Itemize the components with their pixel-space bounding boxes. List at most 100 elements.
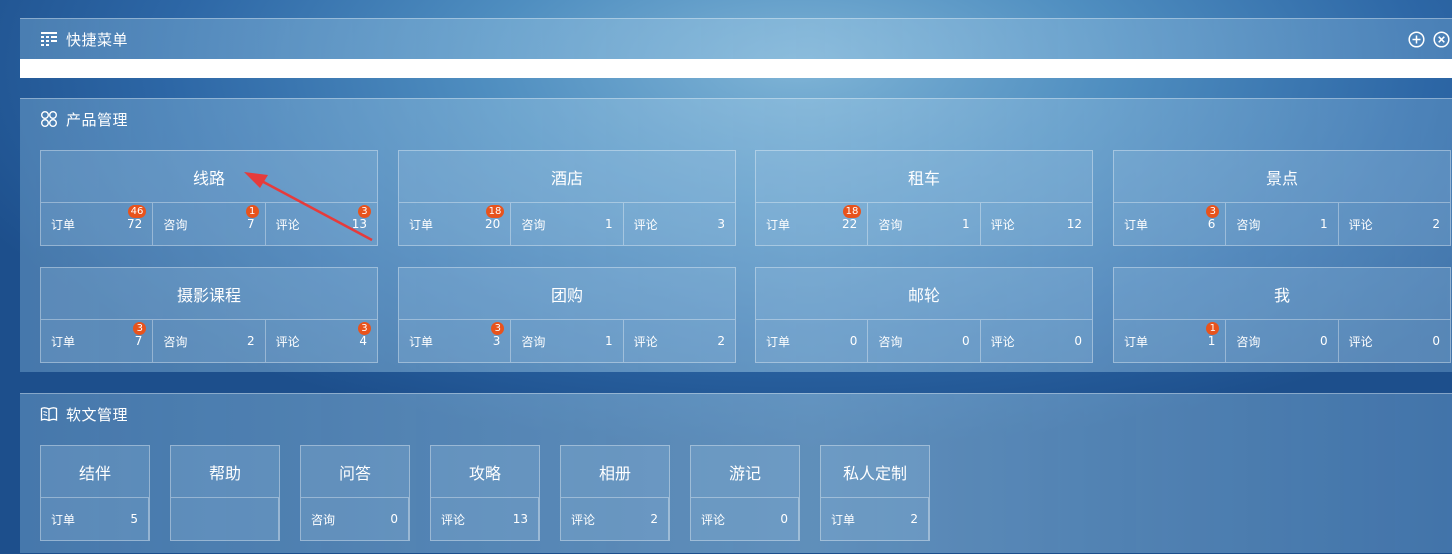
stat-cell[interactable]: 评论 2 (561, 498, 669, 540)
stat-label: 订单 (409, 217, 434, 232)
stat-label: 评论 (701, 512, 726, 527)
stat-cell[interactable]: 咨询 1 (511, 203, 624, 245)
stat-cell[interactable]: 订单 5 (41, 498, 149, 540)
product-card-title[interactable]: 摄影课程 (41, 268, 377, 320)
article-management-panel: 软文管理 结伴 订单 5 帮助 问答 咨询 0 攻略 评论 13 相册 评论 2 游记 评论 0 私人定制 订单 2 (20, 393, 1452, 553)
stat-value: 20 (485, 217, 501, 231)
stat-cell[interactable]: 订单 1 1 (1114, 320, 1227, 362)
article-card[interactable]: 攻略评论 13 (430, 445, 540, 541)
stat-cell[interactable]: 评论 12 (981, 203, 1092, 245)
article-card[interactable]: 问答 咨询 0 (300, 445, 410, 541)
article-card[interactable]: 私人定制 订单 2 (820, 445, 930, 541)
stat-label: 订单 (51, 334, 76, 349)
stat-label: 评论 (990, 334, 1015, 349)
stat-cell[interactable]: 咨询 1 (1226, 203, 1339, 245)
stat-cell[interactable]: 订单 22 18 (756, 203, 869, 245)
product-card-title[interactable]: 我 (1114, 268, 1450, 320)
stat-value: 1 (962, 217, 970, 231)
product-card-title[interactable]: 邮轮 (756, 268, 1092, 320)
quick-menu-controls (1408, 31, 1450, 48)
stat-cell[interactable]: 订单 0 (756, 320, 869, 362)
stat-cell[interactable]: 订单 20 18 (399, 203, 512, 245)
stat-cell[interactable]: 咨询 0 (301, 498, 409, 540)
product-card-stats: 订单 1 1 咨询 0 评论 0 (1114, 320, 1450, 362)
product-card-title[interactable]: 租车 (756, 151, 1092, 203)
stat-cell[interactable]: 咨询 7 1 (153, 203, 266, 245)
stat-value: 2 (910, 512, 918, 526)
count-badge: 46 (127, 205, 147, 218)
stat-cell[interactable]: 评论 0 (981, 320, 1092, 362)
stat-cell[interactable]: 咨询 2 (153, 320, 266, 362)
add-circle-icon[interactable] (1408, 31, 1425, 48)
stat-cell[interactable]: 订单 7 3 (41, 320, 154, 362)
quick-menu-header: 快捷菜单 (20, 19, 1452, 59)
stat-value: 0 (1074, 334, 1082, 348)
stat-value: 5 (130, 512, 138, 526)
stat-label: 订单 (766, 217, 791, 232)
product-card-title[interactable]: 团购 (399, 268, 735, 320)
product-card[interactable]: 我订单 1 1 咨询 0 评论 0 (1113, 267, 1451, 363)
article-card-title[interactable]: 私人定制 (821, 446, 929, 498)
article-card-title[interactable]: 结伴 (41, 446, 149, 498)
stat-cell[interactable]: 订单 2 (821, 498, 929, 540)
stat-cell[interactable]: 评论 2 (624, 320, 735, 362)
stat-value: 6 (1207, 217, 1216, 231)
product-card-title[interactable]: 景点 (1114, 151, 1450, 203)
product-card[interactable]: 酒店 订单 20 18 咨询 1 评论 3 (398, 150, 736, 246)
stat-value: 2 (717, 334, 725, 348)
stat-cell[interactable]: 订单 3 3 (399, 320, 512, 362)
article-card-title[interactable]: 游记 (691, 446, 799, 498)
stat-label: 评论 (990, 217, 1015, 232)
stat-label: 订单 (51, 217, 76, 232)
stat-cell[interactable]: 评论 3 (624, 203, 735, 245)
product-card-title[interactable]: 酒店 (399, 151, 735, 203)
product-card[interactable]: 邮轮 订单 0 咨询 0 评论 0 (755, 267, 1093, 363)
stat-cell[interactable]: 评论 13 (431, 498, 539, 540)
quick-menu-content (20, 59, 1452, 78)
product-card[interactable]: 租车 订单 22 18 咨询 1 评论 12 (755, 150, 1093, 246)
article-card[interactable]: 结伴 订单 5 (40, 445, 150, 541)
article-card[interactable]: 帮助 (170, 445, 280, 541)
stat-value: 0 (849, 334, 858, 348)
product-card-title[interactable]: 线路 (41, 151, 377, 203)
stat-value: 13 (512, 512, 528, 526)
stat-value: 72 (127, 217, 143, 231)
article-card-stats: 评论 13 (431, 498, 539, 540)
article-card-title[interactable]: 相册 (561, 446, 669, 498)
product-card-stats: 订单 7 3 咨询 2 评论 4 3 (41, 320, 377, 362)
stat-value: 3 (717, 217, 725, 231)
stat-cell[interactable]: 评论 4 3 (266, 320, 377, 362)
stat-value: 12 (1066, 217, 1082, 231)
stat-cell[interactable]: 咨询 0 (1226, 320, 1339, 362)
product-card-stats: 订单 22 18 咨询 1 评论 12 (756, 203, 1092, 245)
product-card[interactable]: 线路订单 72 46 咨询 7 1 评论 13 3 (40, 150, 378, 246)
article-card[interactable]: 游记 评论 0 (690, 445, 800, 541)
product-card[interactable]: 团购 订单 3 3 咨询 1 评论 2 (398, 267, 736, 363)
stat-cell[interactable]: 评论 13 3 (266, 203, 377, 245)
product-card[interactable]: 摄影课程 订单 7 3 咨询 2 评论 4 3 (40, 267, 378, 363)
stat-cell[interactable]: 订单 72 46 (41, 203, 154, 245)
product-card-stats: 订单 72 46 咨询 7 1 评论 13 3 (41, 203, 377, 245)
article-card-title[interactable]: 帮助 (171, 446, 279, 498)
stat-cell[interactable]: 咨询 1 (511, 320, 624, 362)
article-card-title[interactable]: 攻略 (431, 446, 539, 498)
stat-label: 评论 (441, 512, 466, 527)
stat-value: 1 (605, 334, 613, 348)
stat-label: 咨询 (311, 512, 336, 527)
stat-cell[interactable]: 咨询 1 (868, 203, 981, 245)
count-badge: 3 (133, 322, 147, 335)
product-card[interactable]: 景点 订单 6 3 咨询 1 评论 2 (1113, 150, 1451, 246)
article-card[interactable]: 相册 评论 2 (560, 445, 670, 541)
stat-label: 评论 (1348, 217, 1373, 232)
stat-cell[interactable] (171, 498, 279, 540)
close-circle-icon[interactable] (1433, 31, 1450, 48)
stat-label: 咨询 (521, 217, 546, 232)
stat-cell[interactable]: 评论 0 (1339, 320, 1450, 362)
stat-cell[interactable]: 咨询 0 (868, 320, 981, 362)
stat-cell[interactable]: 订单 6 3 (1114, 203, 1227, 245)
count-badge: 1 (245, 205, 259, 218)
article-card-title[interactable]: 问答 (301, 446, 409, 498)
stat-cell[interactable]: 评论 2 (1339, 203, 1450, 245)
stat-cell[interactable]: 评论 0 (691, 498, 799, 540)
count-badge: 1 (1206, 322, 1220, 335)
